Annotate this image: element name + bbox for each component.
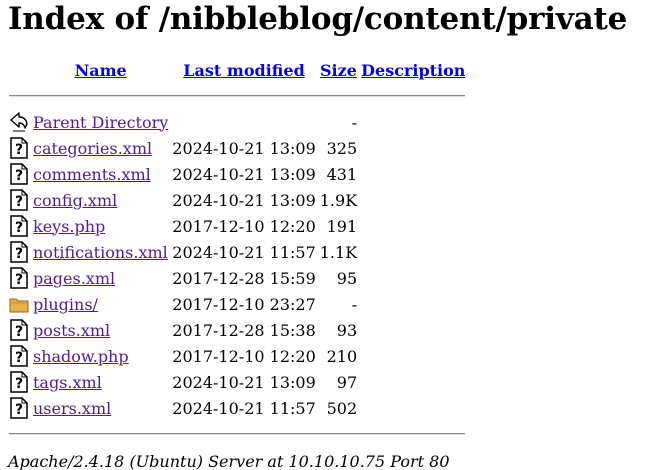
file-row: ? pages.xml 2017-12-28 15:59 95: [8, 266, 466, 290]
file-row: ? config.xml 2024-10-21 13:09 1.9K: [8, 188, 466, 212]
file-link[interactable]: plugins/: [33, 295, 98, 314]
footer-divider: [8, 422, 466, 446]
page-title: Index of /nibbleblog/content/private: [8, 1, 628, 37]
file-size: 431: [326, 164, 358, 184]
description-header: Description: [360, 58, 466, 82]
file-modified: 2024-10-21 11:57: [172, 398, 316, 418]
server-signature: Apache/2.4.18 (Ubuntu) Server at 10.10.1…: [8, 452, 450, 470]
unknown-file-icon: ?: [10, 371, 28, 393]
svg-text:?: ?: [15, 272, 23, 288]
header-divider: [8, 84, 466, 108]
file-row: ? comments.xml 2024-10-21 13:09 431: [8, 162, 466, 186]
file-modified: 2017-12-28 15:38: [172, 320, 316, 340]
unknown-file-icon: ?: [10, 189, 28, 211]
unknown-file-icon: ?: [10, 319, 28, 341]
sort-by-description-link[interactable]: Description: [361, 61, 465, 80]
file-link[interactable]: shadow.php: [33, 347, 129, 366]
file-modified: 2024-10-21 13:09: [172, 164, 316, 184]
file-size: 1.1K: [319, 242, 358, 262]
parent-modified: [171, 110, 316, 134]
svg-text:?: ?: [15, 402, 23, 418]
file-description: [360, 344, 466, 368]
size-header: Size: [319, 58, 358, 82]
sort-by-size-link[interactable]: Size: [320, 61, 357, 80]
file-row: ? notifications.xml 2024-10-21 11:57 1.1K: [8, 240, 466, 264]
file-row: ? categories.xml 2024-10-21 13:09 325: [8, 136, 466, 160]
file-description: [360, 396, 466, 420]
name-header: Name: [32, 58, 169, 82]
sort-by-name-link[interactable]: Name: [75, 61, 127, 80]
unknown-file-icon: ?: [10, 397, 28, 419]
svg-text:?: ?: [15, 350, 23, 366]
file-description: [360, 188, 466, 212]
file-modified: 2017-12-10 12:20: [172, 216, 316, 236]
file-link[interactable]: tags.xml: [33, 373, 102, 392]
file-description: [360, 318, 466, 342]
file-modified: 2024-10-21 13:09: [172, 138, 316, 158]
file-size: 502: [326, 398, 358, 418]
file-row: ? posts.xml 2017-12-28 15:38 93: [8, 318, 466, 342]
svg-text:?: ?: [15, 376, 23, 392]
file-description: [360, 370, 466, 394]
svg-text:?: ?: [15, 142, 23, 158]
file-size: 191: [326, 216, 358, 236]
svg-text:?: ?: [15, 220, 23, 236]
file-link[interactable]: config.xml: [33, 191, 117, 210]
file-size: 325: [326, 138, 358, 158]
parent-directory-row: Parent Directory -: [8, 110, 466, 134]
sort-by-last-modified-link[interactable]: Last modified: [183, 61, 304, 80]
file-modified: 2017-12-28 15:59: [172, 268, 316, 288]
unknown-file-icon: ?: [10, 137, 28, 159]
file-row: ? tags.xml 2024-10-21 13:09 97: [8, 370, 466, 394]
file-link[interactable]: pages.xml: [33, 269, 115, 288]
file-modified: 2024-10-21 13:09: [172, 190, 316, 210]
last-modified-header: Last modified: [171, 58, 316, 82]
file-link[interactable]: users.xml: [33, 399, 111, 418]
svg-text:?: ?: [15, 324, 23, 340]
parent-description: [360, 110, 466, 134]
file-row: plugins/2017-12-10 23:27 -: [8, 292, 466, 316]
file-link[interactable]: notifications.xml: [33, 243, 168, 262]
file-row: ? users.xml 2024-10-21 11:57 502: [8, 396, 466, 420]
svg-text:?: ?: [15, 194, 23, 210]
file-size: 210: [326, 346, 358, 366]
file-modified: 2017-12-10 12:20: [172, 346, 316, 366]
file-size: 95: [336, 268, 358, 288]
unknown-file-icon: ?: [10, 241, 28, 263]
directory-listing: Name Last modified Size Description Pare…: [6, 56, 468, 448]
file-link[interactable]: keys.php: [33, 217, 105, 236]
parent-size: -: [351, 112, 358, 132]
svg-text:?: ?: [15, 246, 23, 262]
file-modified: 2017-12-10 23:27: [172, 294, 316, 314]
unknown-file-icon: ?: [10, 267, 28, 289]
file-size: 1.9K: [319, 190, 358, 210]
svg-text:?: ?: [15, 168, 23, 184]
file-link[interactable]: comments.xml: [33, 165, 151, 184]
file-row: ? shadow.php 2017-12-10 12:20 210: [8, 344, 466, 368]
file-link[interactable]: categories.xml: [33, 139, 152, 158]
file-description: [360, 136, 466, 160]
file-row: ? keys.php 2017-12-10 12:20 191: [8, 214, 466, 238]
file-description: [360, 266, 466, 290]
header-row: Name Last modified Size Description: [8, 58, 466, 82]
folder-icon: [9, 298, 29, 313]
file-description: [360, 292, 466, 316]
parent-directory-link[interactable]: Parent Directory: [33, 113, 168, 132]
file-description: [360, 240, 466, 264]
file-modified: 2024-10-21 11:57: [172, 242, 316, 262]
file-size: 93: [336, 320, 358, 340]
unknown-file-icon: ?: [10, 163, 28, 185]
icon-header: [8, 58, 30, 82]
unknown-file-icon: ?: [10, 345, 28, 367]
file-description: [360, 214, 466, 238]
file-modified: 2024-10-21 13:09: [172, 372, 316, 392]
file-size: -: [351, 294, 358, 314]
file-description: [360, 162, 466, 186]
file-link[interactable]: posts.xml: [33, 321, 110, 340]
file-size: 97: [336, 372, 358, 392]
back-arrow-icon: [10, 112, 28, 132]
unknown-file-icon: ?: [10, 215, 28, 237]
